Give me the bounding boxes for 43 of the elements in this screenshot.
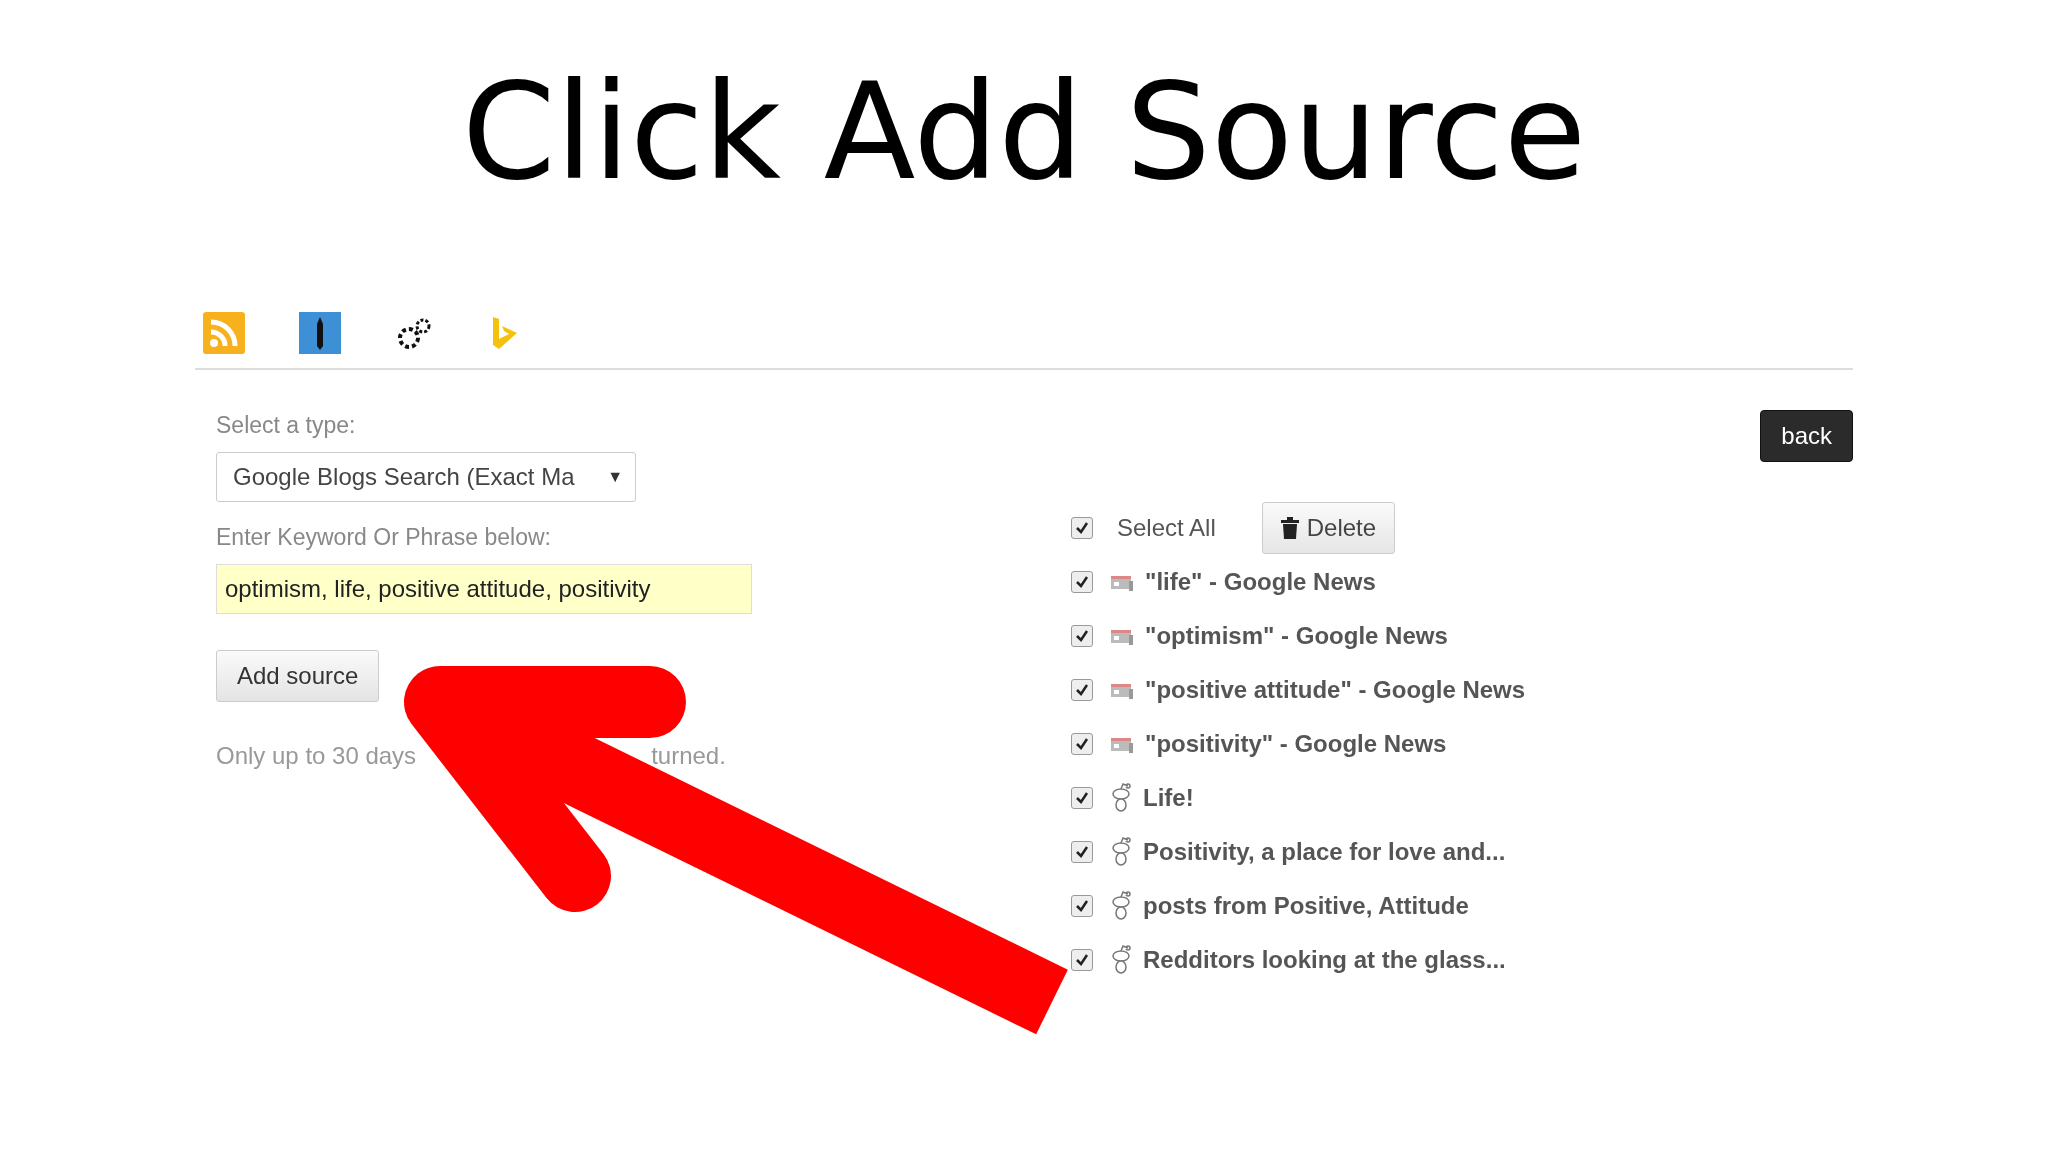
keyword-input[interactable]: optimism, life, positive attitude, positivity — [216, 564, 752, 614]
source-name[interactable]: "life" - Google News — [1145, 568, 1376, 596]
source-name[interactable]: Life! — [1143, 784, 1194, 812]
checkbox[interactable] — [1071, 679, 1093, 701]
checkbox[interactable] — [1071, 571, 1093, 593]
checkbox[interactable] — [1071, 517, 1093, 539]
checkbox[interactable] — [1071, 841, 1093, 863]
checkbox[interactable] — [1071, 949, 1093, 971]
checkmark-icon — [1075, 683, 1089, 697]
source-name[interactable]: "positive attitude" - Google News — [1145, 676, 1526, 704]
note-text: turned. — [651, 742, 726, 770]
checkbox[interactable] — [1071, 733, 1093, 755]
alien-icon — [1109, 783, 1133, 813]
checkmark-icon — [1075, 521, 1089, 535]
select-all-label[interactable]: Select All — [1117, 514, 1216, 542]
note-text: Only up to 30 days — [216, 742, 417, 770]
source-name[interactable]: "optimism" - Google News — [1145, 622, 1448, 650]
alien-icon — [1109, 945, 1133, 975]
alien-icon — [1109, 891, 1133, 921]
checkbox[interactable] — [1071, 625, 1093, 647]
field-label: Select a type: — [216, 411, 356, 440]
alien-icon — [1109, 837, 1133, 867]
checkmark-icon — [1075, 629, 1089, 643]
pencil-icon[interactable] — [299, 312, 341, 354]
field-label: Enter Keyword Or Phrase below: — [216, 523, 551, 552]
checkmark-icon — [1075, 737, 1089, 751]
slide-title: Click Add Source — [461, 53, 1587, 212]
checkmark-icon — [1075, 791, 1089, 805]
source-name[interactable]: Positivity, a place for love and... — [1143, 838, 1506, 866]
checkbox[interactable] — [1071, 895, 1093, 917]
checkmark-icon — [1075, 845, 1089, 859]
source-name[interactable]: Redditors looking at the glass... — [1143, 946, 1506, 974]
checkmark-icon — [1075, 575, 1089, 589]
back-button[interactable]: back — [1760, 410, 1853, 462]
delete-button[interactable]: Delete — [1261, 502, 1396, 554]
checkmark-icon — [1075, 899, 1089, 913]
source-name[interactable]: posts from Positive, Attitude — [1143, 892, 1469, 920]
checkmark-icon — [1075, 953, 1089, 967]
type-select[interactable]: Google Blogs Search (Exact Ma ▼ — [216, 452, 636, 502]
checkbox[interactable] — [1071, 787, 1093, 809]
add-source-button[interactable]: Add source — [216, 650, 380, 702]
trash-icon — [1280, 517, 1299, 539]
source-name[interactable]: "positivity" - Google News — [1145, 730, 1447, 758]
